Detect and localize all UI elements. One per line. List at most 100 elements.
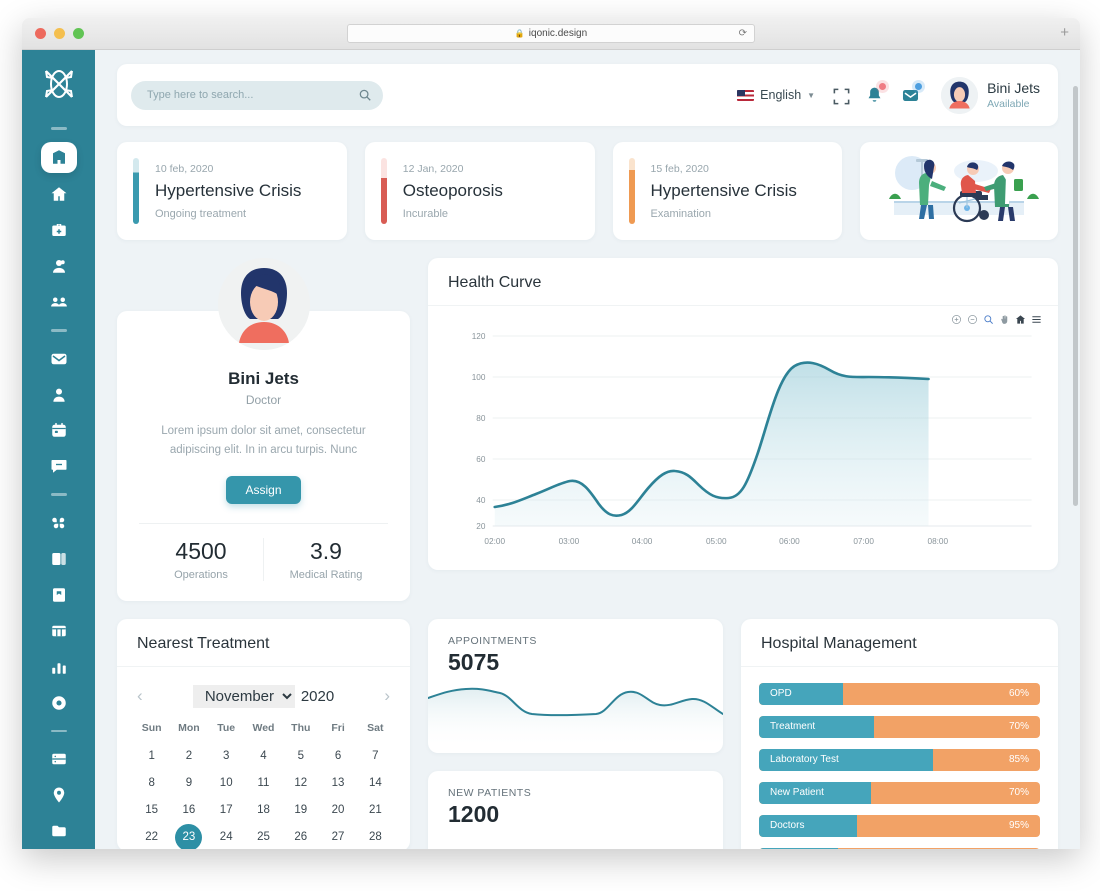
chevron-right-icon[interactable]: › <box>384 686 390 706</box>
calendar-day[interactable]: 18 <box>245 797 282 824</box>
hospital-bar-row[interactable]: New Patient 70% <box>759 781 1040 804</box>
doctor-role: Doctor <box>245 393 282 407</box>
sidebar-item-forms[interactable] <box>42 580 76 610</box>
kpi-value: 1200 <box>448 800 500 827</box>
sidebar-item-doctor-bag[interactable] <box>42 215 76 245</box>
calendar-day[interactable]: 24 <box>208 824 245 849</box>
zoom-in-icon[interactable] <box>951 314 962 325</box>
calendar-day[interactable]: 5 <box>282 743 319 770</box>
reset-home-icon[interactable] <box>1015 314 1026 325</box>
fullscreen-icon[interactable] <box>832 87 850 105</box>
close-window-button[interactable] <box>35 28 46 39</box>
new-tab-button[interactable]: + <box>1060 25 1069 40</box>
hospital-bar-row[interactable] <box>759 847 1040 849</box>
minimize-window-button[interactable] <box>54 28 65 39</box>
kpi-value: 5075 <box>448 648 500 675</box>
calendar-day[interactable]: 15 <box>133 797 170 824</box>
calendar-day[interactable]: 12 <box>282 770 319 797</box>
calendar-day[interactable]: 13 <box>319 770 356 797</box>
sidebar-item-hospital[interactable] <box>40 141 77 174</box>
calendar-day[interactable]: 8 <box>133 770 170 797</box>
sidebar-item-charts[interactable] <box>42 652 76 682</box>
chart-toolbar[interactable] <box>951 314 1042 325</box>
search-icon[interactable] <box>358 88 372 102</box>
chevron-left-icon[interactable]: ‹ <box>137 686 143 706</box>
sidebar-item-pages[interactable] <box>42 544 76 574</box>
alert-cards-row: 10 feb, 2020 Hypertensive Crisis Ongoing… <box>117 142 1058 240</box>
url-text: iqonic.design <box>528 28 588 39</box>
svg-text:60: 60 <box>476 455 486 464</box>
alert-subtitle: Incurable <box>402 207 449 220</box>
maximize-window-button[interactable] <box>73 28 84 39</box>
sidebar-item-maps[interactable] <box>42 780 76 810</box>
sidebar-item-calendar[interactable] <box>42 416 76 446</box>
mail-icon[interactable] <box>901 82 923 105</box>
calendar-day[interactable]: 26 <box>282 824 319 849</box>
calendar-day[interactable]: 9 <box>170 770 207 797</box>
calendar-day[interactable]: 27 <box>319 824 356 849</box>
calendar-day[interactable]: 17 <box>208 797 245 824</box>
sidebar-item-home[interactable] <box>42 179 76 209</box>
main-row: Bini Jets Doctor Lorem ipsum dolor sit a… <box>117 258 1058 601</box>
sidebar-item-tables[interactable] <box>42 616 76 646</box>
calendar-day[interactable]: 21 <box>357 797 394 824</box>
calendar-day[interactable]: 11 <box>245 770 282 797</box>
calendar-day[interactable]: 4 <box>245 743 282 770</box>
bell-icon[interactable] <box>865 82 887 105</box>
user-profile[interactable]: Bini Jets Available <box>941 76 1040 114</box>
menu-icon[interactable] <box>1031 314 1042 325</box>
month-select[interactable]: November <box>192 684 295 708</box>
doctor-avatar <box>217 258 310 350</box>
svg-text:120: 120 <box>472 332 486 341</box>
search-input[interactable] <box>131 80 383 110</box>
doctor-stats: 4500 Operations 3.9 Medical Rating <box>139 524 388 581</box>
calendar-day[interactable]: 16 <box>170 797 207 824</box>
calendar-day[interactable]: 3 <box>208 743 245 770</box>
hospital-bar-row[interactable]: OPD 60% <box>759 682 1040 705</box>
hospital-bar-row[interactable]: Doctors 95% <box>759 814 1040 837</box>
calendar-day[interactable]: 14 <box>357 770 394 797</box>
alert-card[interactable]: 15 feb, 2020 Hypertensive Crisis Examina… <box>612 142 843 240</box>
calendar-day[interactable]: 28 <box>357 824 394 849</box>
app-logo[interactable] <box>39 64 79 104</box>
hospital-bar-row[interactable]: Treatment 70% <box>759 715 1040 738</box>
calendar-day[interactable]: 10 <box>208 770 245 797</box>
sidebar-item-widgets[interactable] <box>42 508 76 538</box>
hospital-bar-row[interactable]: Laboratory Test 85% <box>759 748 1040 771</box>
zoom-out-icon[interactable] <box>967 314 978 325</box>
assign-button[interactable]: Assign <box>226 475 301 504</box>
reload-icon[interactable]: ⟳ <box>739 28 747 39</box>
sidebar-item-extra[interactable] <box>42 816 76 846</box>
calendar-day[interactable]: 7 <box>357 743 394 770</box>
svg-text:20: 20 <box>476 522 486 531</box>
sidebar-item-chat[interactable] <box>42 451 76 481</box>
calendar-day[interactable]: 20 <box>319 797 356 824</box>
calendar-day[interactable]: 6 <box>319 743 356 770</box>
sidebar-item-staff[interactable] <box>42 287 76 317</box>
calendar-day[interactable]: 1 <box>133 743 170 770</box>
sidebar-item-email[interactable] <box>42 344 76 374</box>
alert-card[interactable]: 10 feb, 2020 Hypertensive Crisis Ongoing… <box>117 142 347 240</box>
day-header: Thu <box>291 721 311 734</box>
notification-badge <box>879 82 887 90</box>
sidebar-item-icons[interactable] <box>42 688 76 718</box>
calendar-day-selected[interactable]: 23 <box>175 823 203 849</box>
calendar-day[interactable]: 2 <box>170 743 207 770</box>
svg-text:07:00: 07:00 <box>853 537 874 546</box>
page-scrollbar[interactable] <box>1073 86 1078 506</box>
calendar-day[interactable]: 25 <box>245 824 282 849</box>
sidebar-item-patient[interactable] <box>42 251 76 281</box>
calendar-day[interactable]: 19 <box>282 797 319 824</box>
panning-icon[interactable] <box>999 314 1010 325</box>
address-bar[interactable]: 🔒 iqonic.design ⟳ <box>347 24 755 43</box>
calendar-day[interactable]: 22 <box>133 824 170 849</box>
svg-text:40: 40 <box>476 496 486 505</box>
alert-card[interactable]: 12 Jan, 2020 Osteoporosis Incurable <box>364 142 595 240</box>
window-controls[interactable] <box>35 28 84 39</box>
sidebar-item-boxed[interactable] <box>42 744 76 774</box>
sidebar-item-profile[interactable] <box>42 380 76 410</box>
language-selector[interactable]: English ▼ <box>737 88 815 102</box>
bottom-row: Nearest Treatment ‹ November 2020 › Sun … <box>117 618 1058 849</box>
selection-zoom-icon[interactable] <box>983 314 994 325</box>
alert-card-text: 12 Jan, 2020 Osteoporosis Incurable <box>403 163 503 220</box>
